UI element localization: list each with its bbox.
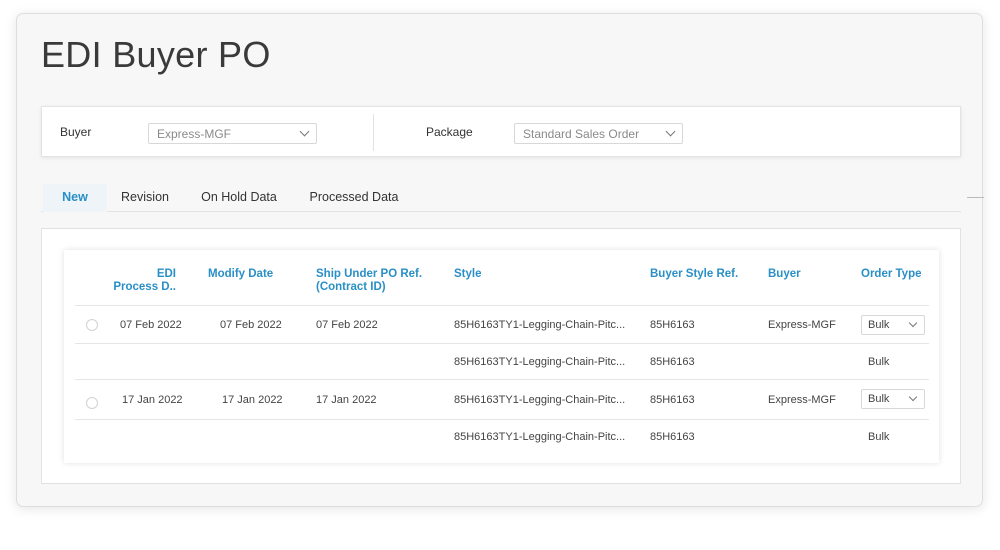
page-title: EDI Buyer PO bbox=[41, 34, 271, 75]
cell-modify-date: 07 Feb 2022 bbox=[220, 319, 282, 331]
header-ship-under-po-ref[interactable]: Ship Under PO Ref. (Contract ID) bbox=[316, 268, 422, 294]
cell-style: 85H6163TY1-Legging-Chain-Pitc... bbox=[454, 394, 626, 406]
header-buyer-style-ref[interactable]: Buyer Style Ref. bbox=[650, 268, 738, 281]
row-divider bbox=[75, 419, 929, 420]
chevron-down-icon bbox=[665, 126, 676, 137]
row-radio[interactable] bbox=[86, 397, 98, 409]
tab-processed-data[interactable]: Processed Data bbox=[303, 184, 405, 212]
cell-order-type: Bulk bbox=[868, 356, 890, 368]
package-select[interactable]: Standard Sales Order bbox=[514, 123, 683, 144]
header-order-type[interactable]: Order Type bbox=[861, 268, 922, 281]
buyer-select[interactable]: Express-MGF bbox=[148, 123, 317, 144]
table-panel: EDI Process D.. Modify Date Ship Under P… bbox=[41, 228, 961, 484]
row-radio[interactable] bbox=[86, 319, 98, 331]
tab-revision[interactable]: Revision bbox=[113, 184, 177, 212]
tab-new[interactable]: New bbox=[43, 184, 107, 212]
cell-ship-under: 17 Jan 2022 bbox=[316, 394, 377, 406]
chevron-down-icon bbox=[908, 392, 918, 402]
header-buyer[interactable]: Buyer bbox=[768, 268, 801, 281]
row-divider bbox=[75, 343, 929, 344]
row-divider bbox=[75, 305, 929, 306]
cell-style: 85H6163TY1-Legging-Chain-Pitc... bbox=[454, 431, 626, 443]
buyer-select-value: Express-MGF bbox=[157, 127, 232, 141]
header-modify-date[interactable]: Modify Date bbox=[208, 268, 273, 281]
cell-buyer-style-ref: 85H6163 bbox=[650, 394, 695, 406]
chevron-down-icon bbox=[908, 318, 918, 328]
cell-style: 85H6163TY1-Legging-Chain-Pitc... bbox=[454, 356, 626, 368]
package-select-value: Standard Sales Order bbox=[523, 127, 640, 141]
cell-buyer: Express-MGF bbox=[768, 394, 836, 406]
row-divider bbox=[75, 379, 929, 380]
cell-style: 85H6163TY1-Legging-Chain-Pitc... bbox=[454, 319, 626, 331]
buyer-label: Buyer bbox=[60, 125, 92, 139]
order-type-select[interactable]: Bulk bbox=[861, 315, 925, 335]
package-label: Package bbox=[426, 125, 473, 139]
tab-bar: New Revision On Hold Data Processed Data bbox=[41, 184, 961, 212]
decorative-line bbox=[967, 197, 984, 198]
cell-buyer-style-ref: 85H6163 bbox=[650, 356, 695, 368]
header-edi-process-date[interactable]: EDI Process D.. bbox=[108, 268, 176, 294]
tab-on-hold-data[interactable]: On Hold Data bbox=[193, 184, 285, 212]
app-window: EDI Buyer PO Buyer Express-MGF Package S… bbox=[16, 13, 983, 507]
chevron-down-icon bbox=[299, 126, 310, 137]
header-style[interactable]: Style bbox=[454, 268, 482, 281]
cell-ship-under: 07 Feb 2022 bbox=[316, 319, 378, 331]
cell-buyer: Express-MGF bbox=[768, 319, 836, 331]
cell-order-type: Bulk bbox=[868, 431, 890, 443]
cell-process-date: 17 Jan 2022 bbox=[122, 394, 183, 406]
cell-process-date: 07 Feb 2022 bbox=[120, 319, 182, 331]
filter-divider bbox=[373, 114, 374, 151]
po-table: EDI Process D.. Modify Date Ship Under P… bbox=[64, 250, 939, 463]
filter-bar: Buyer Express-MGF Package Standard Sales… bbox=[41, 106, 961, 157]
cell-buyer-style-ref: 85H6163 bbox=[650, 431, 695, 443]
cell-modify-date: 17 Jan 2022 bbox=[222, 394, 283, 406]
cell-buyer-style-ref: 85H6163 bbox=[650, 319, 695, 331]
order-type-select[interactable]: Bulk bbox=[861, 389, 925, 409]
